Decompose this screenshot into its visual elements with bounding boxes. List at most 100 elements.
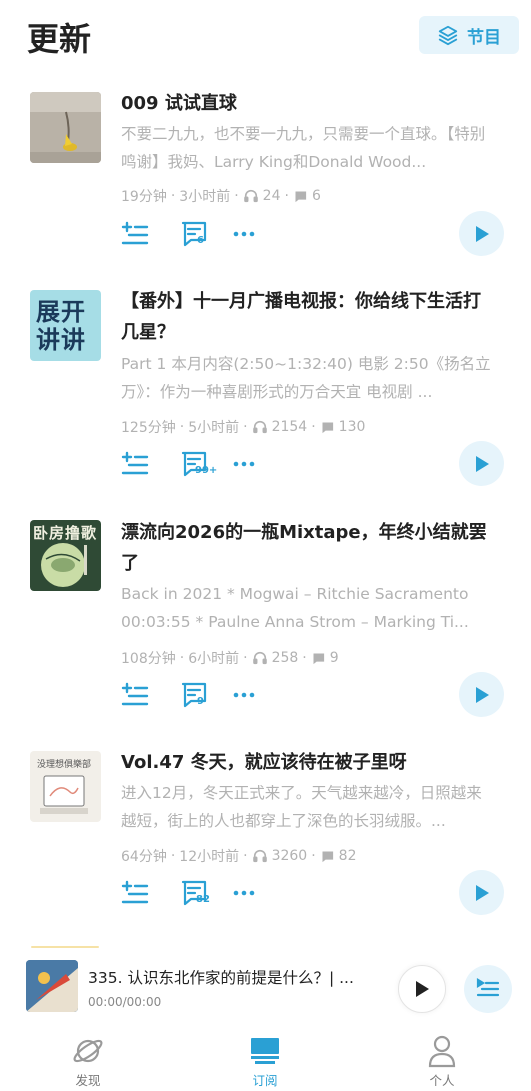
tab-label: 订阅 bbox=[252, 1073, 278, 1088]
cover-text: 展开讲讲 bbox=[36, 298, 86, 354]
episode-title[interactable]: 009 试试直球 bbox=[121, 88, 491, 119]
cover-art bbox=[40, 775, 88, 814]
play-button[interactable] bbox=[459, 672, 504, 717]
episode-comments: 130 bbox=[338, 419, 366, 435]
episode-time: 12小时前 bbox=[179, 849, 240, 865]
episode-cover[interactable]: 卧房撸歌 bbox=[30, 520, 101, 591]
cover-art bbox=[41, 543, 87, 587]
episode-comments: 9 bbox=[329, 650, 339, 666]
player-play-button[interactable] bbox=[398, 965, 446, 1013]
planet-icon bbox=[73, 1039, 103, 1063]
comment-icon bbox=[321, 422, 333, 433]
player-time: 00:00/00:00 bbox=[88, 995, 162, 1009]
more-dots-icon bbox=[233, 692, 255, 698]
comment-count-badge: 6 bbox=[197, 235, 204, 246]
episode-duration: 64分钟 bbox=[121, 849, 167, 865]
cover-text: 没理想俱樂部 bbox=[37, 760, 92, 770]
more-dots-icon bbox=[233, 890, 255, 896]
more-button[interactable] bbox=[231, 870, 257, 916]
episode-duration: 108分钟 bbox=[121, 651, 176, 667]
comments-button[interactable]: 99+ bbox=[176, 441, 217, 487]
episode-description: 进入12月，冬天正式来了。天气越来越冷，日照越来越短，街上的人也都穿上了深色的长… bbox=[121, 784, 482, 830]
episode-title[interactable]: Vol.47 冬天，就应该待在被子里呀 bbox=[121, 747, 491, 778]
tab-bar: 发现 订阅 个人 bbox=[0, 1030, 531, 1091]
subscribe-icon bbox=[251, 1038, 279, 1064]
episode-title[interactable]: 【番外】十一月广播电视报：你给线下生活打几星？ bbox=[121, 286, 491, 348]
programs-label: 节目 bbox=[467, 27, 501, 48]
comments-button[interactable]: 9 bbox=[176, 672, 212, 718]
tab-subscribe[interactable]: 订阅 bbox=[205, 1030, 325, 1091]
add-to-playlist-button[interactable] bbox=[121, 441, 149, 487]
episode-cover[interactable] bbox=[30, 92, 101, 163]
episode-meta: 108分钟 · 6小时前 · 258 · 9 bbox=[121, 650, 339, 667]
episode-actions: 82 bbox=[121, 870, 511, 916]
episode-listens: 258 bbox=[271, 650, 299, 666]
comments-button[interactable]: 6 bbox=[176, 211, 212, 257]
add-to-playlist-button[interactable] bbox=[121, 870, 149, 916]
play-button[interactable] bbox=[459, 211, 504, 256]
headphones-icon bbox=[252, 849, 267, 863]
mini-player[interactable]: 335. 认识东北作家的前提是什么？| ... 00:00/00:00 bbox=[0, 948, 531, 1030]
comment-icon bbox=[321, 851, 333, 862]
play-icon bbox=[475, 455, 489, 472]
comment-count-badge: 82 bbox=[196, 894, 210, 905]
comment-count-badge: 9 bbox=[197, 696, 204, 707]
play-icon bbox=[475, 884, 489, 901]
episode-actions: 6 bbox=[121, 211, 511, 257]
headphones-icon bbox=[243, 189, 258, 203]
add-to-playlist-icon bbox=[121, 451, 149, 475]
comment-icon bbox=[312, 653, 324, 664]
episode-description: 不要二九九，也不要一九九，只需要一个直球。【特别鸣谢】我妈、Larry King… bbox=[121, 125, 486, 171]
add-to-playlist-icon bbox=[121, 682, 149, 706]
episode-meta: 125分钟 · 5小时前 · 2154 · 130 bbox=[121, 419, 366, 436]
add-to-playlist-button[interactable] bbox=[121, 211, 149, 257]
play-icon bbox=[475, 225, 489, 242]
player-title[interactable]: 335. 认识东北作家的前提是什么？| ... bbox=[88, 966, 378, 988]
episode-cover[interactable]: 没理想俱樂部 bbox=[30, 751, 101, 822]
episode-duration: 125分钟 bbox=[121, 420, 176, 436]
episode-description: Part 1 本月内容(2:50~1:32:40) 电影 2:50《扬名立万》：… bbox=[121, 355, 491, 401]
more-dots-icon bbox=[233, 461, 255, 467]
playlist-button[interactable] bbox=[464, 965, 512, 1013]
more-button[interactable] bbox=[231, 441, 257, 487]
more-dots-icon bbox=[233, 231, 255, 237]
episode-comments: 82 bbox=[338, 848, 357, 864]
comments-button[interactable]: 82 bbox=[176, 870, 212, 916]
add-to-playlist-button[interactable] bbox=[121, 672, 149, 718]
more-button[interactable] bbox=[231, 672, 257, 718]
episode-time: 6小时前 bbox=[188, 651, 240, 667]
tab-profile[interactable]: 个人 bbox=[382, 1030, 502, 1091]
episode-listens: 3260 bbox=[271, 848, 308, 864]
episode-title[interactable]: 漂流向2026的一瓶Mixtape，年终小结就罢了 bbox=[121, 517, 491, 579]
episode-cover[interactable]: 展开讲讲 bbox=[30, 290, 101, 361]
episode-actions: 9 bbox=[121, 672, 511, 718]
tab-discover[interactable]: 发现 bbox=[28, 1030, 148, 1091]
tab-label: 个人 bbox=[429, 1073, 455, 1088]
more-button[interactable] bbox=[231, 211, 257, 257]
episode-listens: 2154 bbox=[271, 419, 308, 435]
headphones-icon bbox=[252, 420, 267, 434]
player-cover[interactable] bbox=[26, 960, 78, 1012]
episode-actions: 99+ bbox=[121, 441, 511, 487]
episode-time: 5小时前 bbox=[188, 420, 240, 436]
episode-duration: 19分钟 bbox=[121, 189, 167, 205]
episode-meta: 64分钟 · 12小时前 · 3260 · 82 bbox=[121, 848, 357, 865]
programs-button[interactable]: 节目 bbox=[419, 16, 519, 54]
play-button[interactable] bbox=[459, 870, 504, 915]
playlist-icon bbox=[476, 978, 500, 997]
headphones-icon bbox=[252, 651, 267, 665]
episode-meta: 19分钟 · 3小时前 · 24 · 6 bbox=[121, 188, 321, 205]
page-title: 更新 bbox=[27, 20, 92, 58]
play-icon bbox=[475, 686, 489, 703]
comment-icon bbox=[294, 191, 307, 202]
episode-time: 3小时前 bbox=[179, 189, 231, 205]
person-icon bbox=[428, 1035, 456, 1068]
tab-label: 发现 bbox=[75, 1073, 101, 1088]
comment-count-badge: 99+ bbox=[195, 465, 218, 476]
add-to-playlist-icon bbox=[121, 221, 149, 245]
header: 更新 节目 bbox=[0, 0, 531, 70]
play-button[interactable] bbox=[459, 441, 504, 486]
episode-comments: 6 bbox=[311, 188, 321, 204]
episode-listens: 24 bbox=[262, 188, 281, 204]
add-to-playlist-icon bbox=[121, 880, 149, 904]
